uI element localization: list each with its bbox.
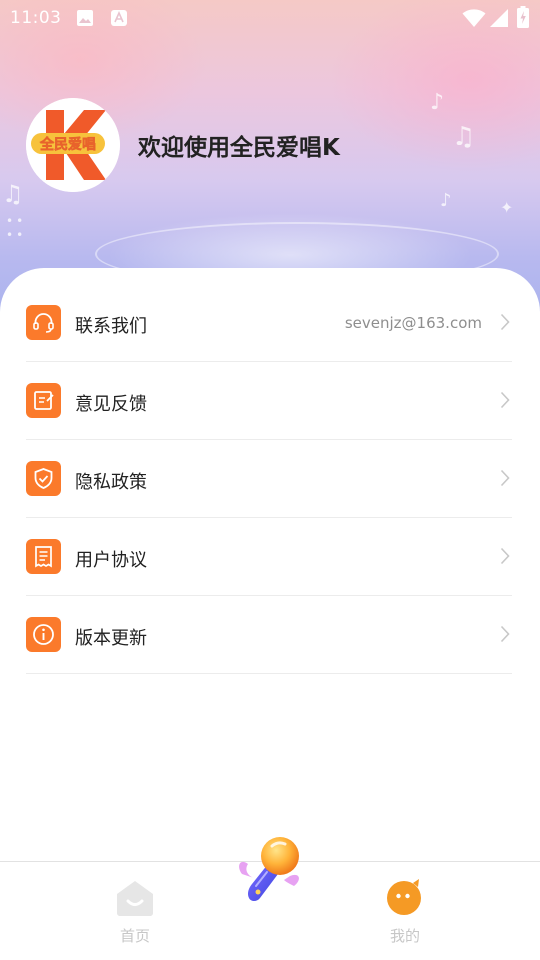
info-circle-icon: [26, 617, 61, 652]
document-list-icon: [26, 539, 61, 574]
menu-item-privacy-policy[interactable]: 隐私政策: [26, 440, 512, 518]
screen: ♪ ♫ ♫ ♪ ✦ •• •• 11:03 全民爱唱 欢迎使用全民爱唱K 联系我…: [0, 0, 540, 960]
microphone-icon: [239, 837, 299, 901]
image-notification-icon: [76, 9, 94, 32]
tab-mine-label: 我的: [389, 927, 420, 945]
app-logo-avatar: 全民爱唱: [26, 98, 120, 192]
status-bar: 11:03: [0, 0, 540, 36]
logo-text: 全民爱唱: [39, 136, 96, 153]
battery-charging-icon: [517, 6, 529, 33]
headset-icon: [26, 305, 61, 340]
menu-item-label: 联系我们: [75, 316, 147, 337]
menu-item-label: 版本更新: [75, 628, 147, 649]
welcome-title: 欢迎使用全民爱唱K: [138, 135, 340, 161]
music-note-icon: ♪: [430, 90, 445, 115]
sparkle-icon: ✦: [500, 198, 514, 217]
home-icon: [117, 881, 153, 916]
tab-mine[interactable]: 我的: [345, 862, 465, 960]
menu-item-label: 用户协议: [75, 550, 147, 571]
app-logo-icon: 全民爱唱: [26, 98, 120, 192]
chevron-right-icon: [500, 625, 510, 647]
settings-menu: 联系我们 sevenjz@163.com 意见反馈 隐私政策 用户协议 版本更新: [26, 284, 512, 674]
status-time: 11:03: [10, 8, 62, 28]
menu-item-version-update[interactable]: 版本更新: [26, 596, 512, 674]
menu-item-contact-us[interactable]: 联系我们 sevenjz@163.com: [26, 284, 512, 362]
cellular-signal-icon: [489, 8, 509, 33]
mine-face-icon: [387, 879, 421, 915]
music-note-icon: ♫: [452, 122, 476, 152]
music-note-icon: ♪: [440, 190, 452, 211]
menu-item-user-agreement[interactable]: 用户协议: [26, 518, 512, 596]
tab-home[interactable]: 首页: [75, 862, 195, 960]
wifi-icon: [462, 8, 486, 33]
chevron-right-icon: [500, 391, 510, 413]
contact-email: sevenjz@163.com: [344, 314, 482, 332]
center-sing-button[interactable]: [234, 834, 306, 910]
menu-item-label: 隐私政策: [75, 472, 147, 493]
menu-item-label: 意见反馈: [75, 394, 147, 415]
dots-decoration: •• ••: [6, 214, 27, 242]
chevron-right-icon: [500, 469, 510, 491]
chevron-right-icon: [500, 547, 510, 569]
app-notification-icon: [110, 9, 128, 32]
edit-note-icon: [26, 383, 61, 418]
menu-item-feedback[interactable]: 意见反馈: [26, 362, 512, 440]
shield-check-icon: [26, 461, 61, 496]
music-note-icon: ♫: [2, 180, 24, 208]
chevron-right-icon: [500, 313, 510, 335]
tab-home-label: 首页: [119, 927, 150, 945]
